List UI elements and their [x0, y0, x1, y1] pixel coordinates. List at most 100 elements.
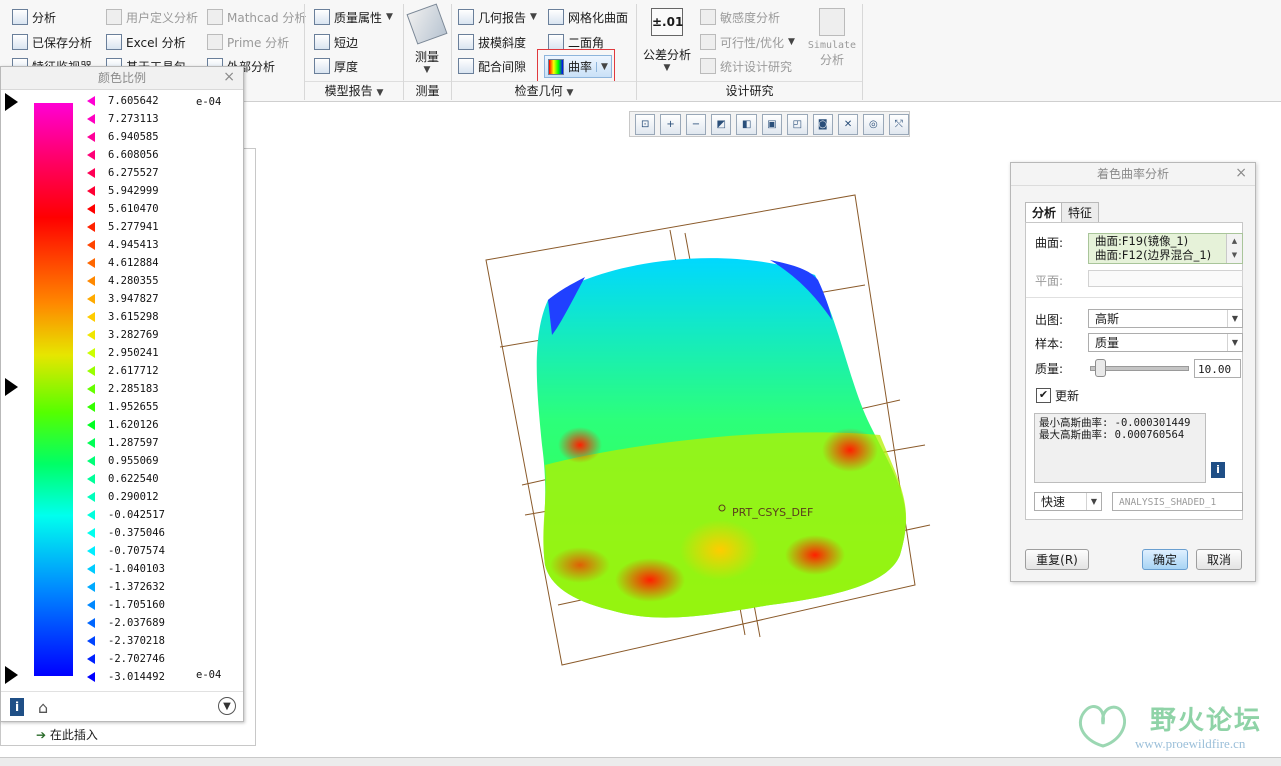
- info-icon[interactable]: i: [1211, 462, 1225, 478]
- statistical-design-study-button[interactable]: 统计设计研究: [700, 56, 792, 76]
- ruler-icon: [406, 3, 448, 45]
- excel-analysis-button[interactable]: Excel 分析: [106, 32, 186, 52]
- perspective-icon[interactable]: ◙: [812, 113, 833, 135]
- group-model-report[interactable]: 模型报告 ▼: [305, 81, 403, 100]
- color-tick: [87, 366, 95, 376]
- dropdown-arrow-icon: ▼: [376, 88, 384, 98]
- watermark-url: www.proewildfire.cn: [1135, 736, 1246, 751]
- lower-limit-pointer[interactable]: [5, 666, 18, 684]
- thickness-button[interactable]: 厚度: [314, 56, 358, 76]
- color-tick-label: 1.287597: [108, 437, 159, 449]
- chevron-down-icon: ▼: [1227, 334, 1242, 351]
- color-tick-label: 1.620126: [108, 419, 159, 431]
- shaded-curvature-model[interactable]: [470, 185, 940, 675]
- dihedral-icon: [548, 34, 564, 50]
- group-inspect-geometry[interactable]: 检查几何 ▼: [452, 81, 636, 100]
- analysis-button[interactable]: 分析: [12, 7, 56, 27]
- annotation-display-icon[interactable]: ◎: [863, 113, 884, 135]
- short-edge-button[interactable]: 短边: [314, 32, 358, 52]
- measure-button[interactable]: 测量 ▼: [406, 3, 448, 78]
- mathcad-icon: [207, 9, 223, 25]
- results-box: 最小高斯曲率: -0.000301449 最大高斯曲率: 0.000760564: [1034, 413, 1206, 483]
- saved-views-icon[interactable]: ▣: [761, 113, 783, 135]
- curvature-button[interactable]: 曲率 ▼: [544, 55, 612, 78]
- chevron-down-icon[interactable]: ▼: [218, 697, 236, 715]
- dropdown-arrow-icon[interactable]: ▼: [596, 61, 608, 72]
- refit-icon[interactable]: ⊡: [635, 113, 656, 135]
- prime-analysis-button[interactable]: Prime 分析: [207, 32, 289, 52]
- output-select[interactable]: 高斯 ▼: [1088, 309, 1243, 328]
- dropdown-arrow-icon: ▼: [530, 12, 537, 22]
- color-tick-label: 4.945413: [108, 239, 159, 251]
- analysis-name-input[interactable]: ANALYSIS_SHADED_1: [1112, 492, 1243, 511]
- color-tick-label: 5.942999: [108, 185, 159, 197]
- home-icon[interactable]: ⌂: [38, 698, 48, 717]
- feasibility-optimization-button[interactable]: 可行性/优化 ▼: [700, 32, 795, 52]
- color-scale-footer: i ⌂ ▼: [1, 691, 243, 722]
- surface-item[interactable]: 曲面:F19(镜像_1): [1095, 234, 1242, 248]
- color-tick-label: -3.014492: [108, 671, 165, 683]
- output-label: 出图:: [1035, 313, 1064, 327]
- color-tick-label: 5.610470: [108, 203, 159, 215]
- color-tick: [87, 150, 95, 160]
- surface-scrollbar[interactable]: ▲ ▼: [1226, 234, 1242, 263]
- analysis-tab-body: 曲面: 曲面:F19(镜像_1) 曲面:F12(边界混合_1) ▲ ▼ 平面: 出…: [1025, 222, 1243, 520]
- color-tick-label: -1.705160: [108, 599, 165, 611]
- saved-analysis-button[interactable]: 已保存分析: [12, 32, 92, 52]
- color-tick: [87, 600, 95, 610]
- ok-button[interactable]: 确定: [1142, 549, 1188, 570]
- mesh-surface-button[interactable]: 网格化曲面: [548, 7, 628, 27]
- view-manager-icon[interactable]: ◰: [787, 113, 808, 135]
- color-tick: [87, 132, 95, 142]
- color-tick: [87, 510, 95, 520]
- dropdown-arrow-icon: ▼: [386, 12, 393, 22]
- draft-button[interactable]: 拔模斜度: [458, 32, 526, 52]
- tab-analysis[interactable]: 分析: [1025, 202, 1064, 223]
- surface-item[interactable]: 曲面:F12(边界混合_1): [1095, 248, 1242, 262]
- middle-pointer[interactable]: [5, 378, 18, 396]
- color-tick: [87, 96, 95, 106]
- display-style-icon[interactable]: ◧: [736, 113, 757, 135]
- simulate-icon: [819, 8, 845, 36]
- sensitivity-analysis-button[interactable]: 敏感度分析: [700, 7, 780, 27]
- zoom-in-icon[interactable]: +: [660, 113, 681, 135]
- plane-collector[interactable]: [1088, 270, 1243, 287]
- quality-input[interactable]: 10.00: [1194, 359, 1241, 378]
- quality-slider-thumb[interactable]: [1095, 359, 1106, 377]
- reset-button[interactable]: 重复(R): [1025, 549, 1089, 570]
- tab-feature[interactable]: 特征: [1061, 202, 1100, 223]
- user-defined-analysis-button[interactable]: 用户定义分析: [106, 7, 198, 27]
- datum-display-icon[interactable]: ✕: [837, 113, 859, 135]
- mathcad-analysis-button[interactable]: Mathcad 分析: [207, 7, 306, 27]
- spin-center-icon[interactable]: ⤲: [888, 113, 909, 135]
- surface-collector[interactable]: 曲面:F19(镜像_1) 曲面:F12(边界混合_1) ▲ ▼: [1088, 233, 1243, 264]
- color-tick: [87, 294, 95, 304]
- info-icon[interactable]: i: [10, 698, 24, 716]
- color-tick: [87, 186, 95, 196]
- insert-here-item[interactable]: ➔ 在此插入: [36, 726, 98, 743]
- upper-limit-pointer[interactable]: [5, 93, 18, 111]
- color-tick-label: 3.615298: [108, 311, 159, 323]
- color-tick: [87, 330, 95, 340]
- dropdown-arrow-icon: ▼: [423, 65, 431, 75]
- cancel-button[interactable]: 取消: [1196, 549, 1242, 570]
- close-icon[interactable]: ×: [223, 69, 235, 85]
- arrow-icon: ➔: [36, 728, 47, 742]
- update-checkbox[interactable]: ✔: [1036, 388, 1051, 403]
- zoom-out-icon[interactable]: −: [685, 113, 707, 135]
- fit-clearance-button[interactable]: 配合间隙: [458, 56, 526, 76]
- sample-select[interactable]: 质量 ▼: [1088, 333, 1243, 352]
- tolerance-analysis-button[interactable]: ±.01 公差分析 ▼: [642, 8, 692, 78]
- mode-select[interactable]: 快速 ▼: [1034, 492, 1102, 511]
- simulate-analysis-button[interactable]: Simulate 分析: [805, 8, 859, 78]
- color-scale-bar[interactable]: [34, 103, 73, 676]
- close-icon[interactable]: ×: [1235, 165, 1247, 181]
- dropdown-arrow-icon: ▼: [663, 63, 671, 73]
- color-tick-label: 0.955069: [108, 455, 159, 467]
- saved-analysis-icon: [12, 34, 28, 50]
- color-tick-label: -1.372632: [108, 581, 165, 593]
- mass-properties-button[interactable]: 质量属性 ▼: [314, 7, 393, 27]
- geometry-report-button[interactable]: 几何报告 ▼: [458, 7, 537, 27]
- hot-spot: [680, 520, 760, 580]
- repaint-icon[interactable]: ◩: [711, 113, 732, 135]
